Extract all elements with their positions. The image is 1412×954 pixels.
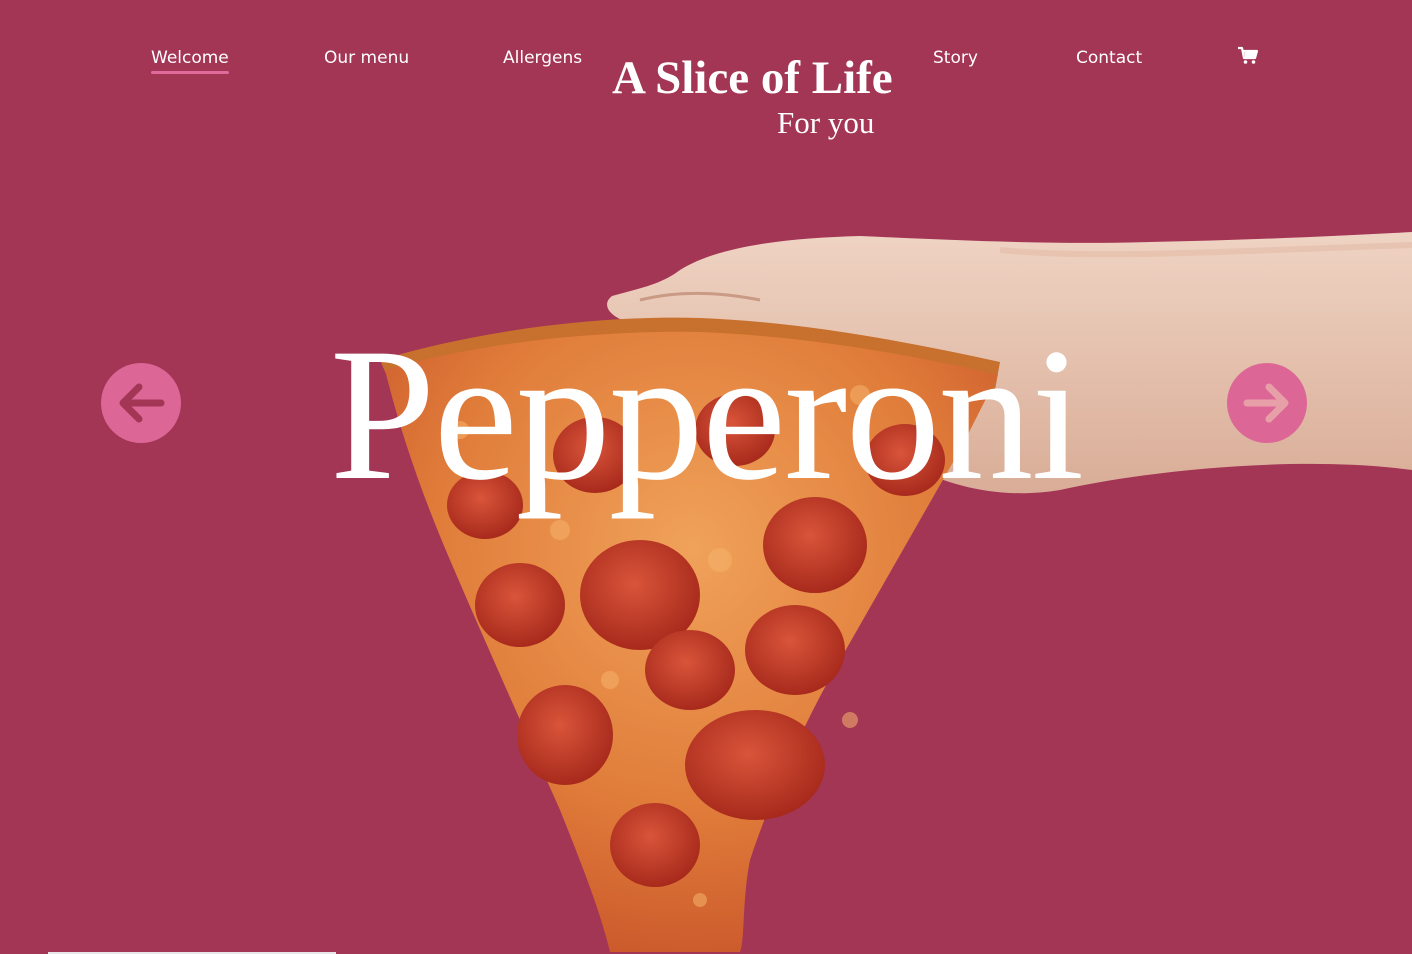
arrow-left-icon <box>119 383 165 423</box>
previous-slide-button[interactable] <box>101 363 181 443</box>
next-slide-button[interactable] <box>1227 363 1307 443</box>
hero-title: Pepperoni <box>329 310 1084 520</box>
arrow-right-icon <box>1243 383 1289 423</box>
